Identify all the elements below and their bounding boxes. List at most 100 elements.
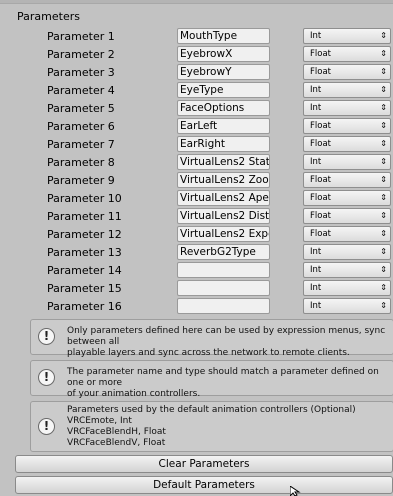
dropdown-arrow-icon: ⇕: [380, 121, 387, 130]
parameter-name-field[interactable]: FaceOptions: [177, 100, 270, 116]
help-text: Parameters used by the default animation…: [67, 405, 356, 448]
info-exclamation-icon: !: [38, 328, 55, 345]
dropdown-arrow-icon: ⇕: [380, 67, 387, 76]
section-title: Parameters: [17, 10, 80, 23]
parameter-type-dropdown[interactable]: Float ⇕: [303, 208, 391, 224]
parameter-type-dropdown[interactable]: Float ⇕: [303, 226, 391, 242]
parameter-label: Parameter 8: [47, 156, 115, 169]
parameter-name-field[interactable]: EyeType: [177, 82, 270, 98]
clear-parameters-button[interactable]: Clear Parameters: [15, 455, 393, 473]
parameter-name-field[interactable]: EarRight: [177, 136, 270, 152]
parameter-name-field[interactable]: [177, 280, 270, 296]
parameter-row: Parameter 2 EyebrowX Float ⇕: [0, 46, 393, 64]
parameter-type-value: Int: [310, 265, 322, 275]
parameter-label: Parameter 12: [47, 228, 122, 241]
parameter-type-dropdown[interactable]: Float ⇕: [303, 46, 391, 62]
parameter-label: Parameter 16: [47, 300, 122, 313]
parameter-type-dropdown[interactable]: Int ⇕: [303, 28, 391, 44]
parameter-name-field[interactable]: MouthType: [177, 28, 270, 44]
dropdown-arrow-icon: ⇕: [380, 193, 387, 202]
info-exclamation-icon: !: [38, 418, 55, 435]
parameter-label: Parameter 7: [47, 138, 115, 151]
parameter-name-field[interactable]: VirtualLens2 State: [177, 154, 270, 170]
parameter-type-value: Float: [310, 67, 331, 77]
dropdown-arrow-icon: ⇕: [380, 247, 387, 256]
parameter-label: Parameter 14: [47, 264, 122, 277]
window-top-edge: [0, 0, 393, 4]
dropdown-arrow-icon: ⇕: [380, 85, 387, 94]
parameter-name-field[interactable]: VirtualLens2 Exposure: [177, 226, 270, 242]
parameter-row: Parameter 1 MouthType Int ⇕: [0, 28, 393, 46]
parameter-row: Parameter 6 EarLeft Float ⇕: [0, 118, 393, 136]
parameter-label: Parameter 1: [47, 30, 115, 43]
dropdown-arrow-icon: ⇕: [380, 49, 387, 58]
help-text: The parameter name and type should match…: [67, 367, 379, 399]
parameter-name-field[interactable]: ReverbG2Type: [177, 244, 270, 260]
parameter-name-field[interactable]: EarLeft: [177, 118, 270, 134]
parameter-type-value: Int: [310, 301, 322, 311]
parameter-type-dropdown[interactable]: Int ⇕: [303, 244, 391, 260]
parameter-type-dropdown[interactable]: Int ⇕: [303, 100, 391, 116]
parameter-type-value: Float: [310, 139, 331, 149]
parameter-type-dropdown[interactable]: Int ⇕: [303, 298, 391, 314]
parameter-row: Parameter 16 Int ⇕: [0, 298, 393, 316]
parameter-type-value: Int: [310, 283, 322, 293]
parameter-type-dropdown[interactable]: Int ⇕: [303, 280, 391, 296]
parameter-type-value: Int: [310, 85, 322, 95]
parameter-row: Parameter 5 FaceOptions Int ⇕: [0, 100, 393, 118]
dropdown-arrow-icon: ⇕: [380, 103, 387, 112]
parameter-name-field[interactable]: EyebrowX: [177, 46, 270, 62]
parameter-row: Parameter 7 EarRight Float ⇕: [0, 136, 393, 154]
info-exclamation-icon: !: [38, 369, 55, 386]
dropdown-arrow-icon: ⇕: [380, 283, 387, 292]
parameter-row: Parameter 10 VirtualLens2 Aperture Float ⇕: [0, 190, 393, 208]
dropdown-arrow-icon: ⇕: [380, 31, 387, 40]
parameter-type-dropdown[interactable]: Float ⇕: [303, 136, 391, 152]
parameter-type-value: Int: [310, 103, 322, 113]
default-parameters-button[interactable]: Default Parameters: [15, 476, 393, 494]
parameter-type-value: Float: [310, 175, 331, 185]
parameter-type-value: Int: [310, 157, 322, 167]
parameter-row: Parameter 12 VirtualLens2 Exposure Float ⇕: [0, 226, 393, 244]
dropdown-arrow-icon: ⇕: [380, 157, 387, 166]
dropdown-arrow-icon: ⇕: [380, 229, 387, 238]
parameter-label: Parameter 11: [47, 210, 122, 223]
parameter-label: Parameter 2: [47, 48, 115, 61]
dropdown-arrow-icon: ⇕: [380, 265, 387, 274]
help-box-name-match: ! The parameter name and type should mat…: [30, 360, 393, 399]
parameter-row: Parameter 3 EyebrowY Float ⇕: [0, 64, 393, 82]
dropdown-arrow-icon: ⇕: [380, 139, 387, 148]
dropdown-arrow-icon: ⇕: [380, 301, 387, 310]
mouse-cursor-icon: [290, 486, 301, 496]
parameter-type-dropdown[interactable]: Float ⇕: [303, 64, 391, 80]
help-box-sync-info: ! Only parameters defined here can be us…: [30, 319, 393, 358]
parameter-type-dropdown[interactable]: Float ⇕: [303, 172, 391, 188]
dropdown-arrow-icon: ⇕: [380, 211, 387, 220]
parameter-label: Parameter 3: [47, 66, 115, 79]
parameter-label: Parameter 10: [47, 192, 122, 205]
parameter-type-dropdown[interactable]: Int ⇕: [303, 154, 391, 170]
parameter-row: Parameter 11 VirtualLens2 Distance Float ⇕: [0, 208, 393, 226]
help-text: Only parameters defined here can be used…: [67, 326, 386, 358]
parameter-name-field[interactable]: VirtualLens2 Distance: [177, 208, 270, 224]
parameter-type-dropdown[interactable]: Int ⇕: [303, 262, 391, 278]
parameter-row: Parameter 15 Int ⇕: [0, 280, 393, 298]
parameter-type-value: Int: [310, 247, 322, 257]
parameter-row: Parameter 13 ReverbG2Type Int ⇕: [0, 244, 393, 262]
parameter-type-value: Float: [310, 229, 331, 239]
parameter-name-field[interactable]: [177, 298, 270, 314]
parameter-name-field[interactable]: EyebrowY: [177, 64, 270, 80]
parameter-row: Parameter 14 Int ⇕: [0, 262, 393, 280]
parameter-label: Parameter 4: [47, 84, 115, 97]
parameter-label: Parameter 9: [47, 174, 115, 187]
parameter-name-field[interactable]: VirtualLens2 Zoom: [177, 172, 270, 188]
parameter-type-value: Float: [310, 211, 331, 221]
parameter-type-dropdown[interactable]: Float ⇕: [303, 118, 391, 134]
parameter-name-field[interactable]: VirtualLens2 Aperture: [177, 190, 270, 206]
parameter-name-field[interactable]: [177, 262, 270, 278]
parameter-type-dropdown[interactable]: Float ⇕: [303, 190, 391, 206]
parameter-label: Parameter 6: [47, 120, 115, 133]
parameter-label: Parameter 5: [47, 102, 115, 115]
parameter-type-value: Float: [310, 49, 331, 59]
parameter-type-dropdown[interactable]: Int ⇕: [303, 82, 391, 98]
